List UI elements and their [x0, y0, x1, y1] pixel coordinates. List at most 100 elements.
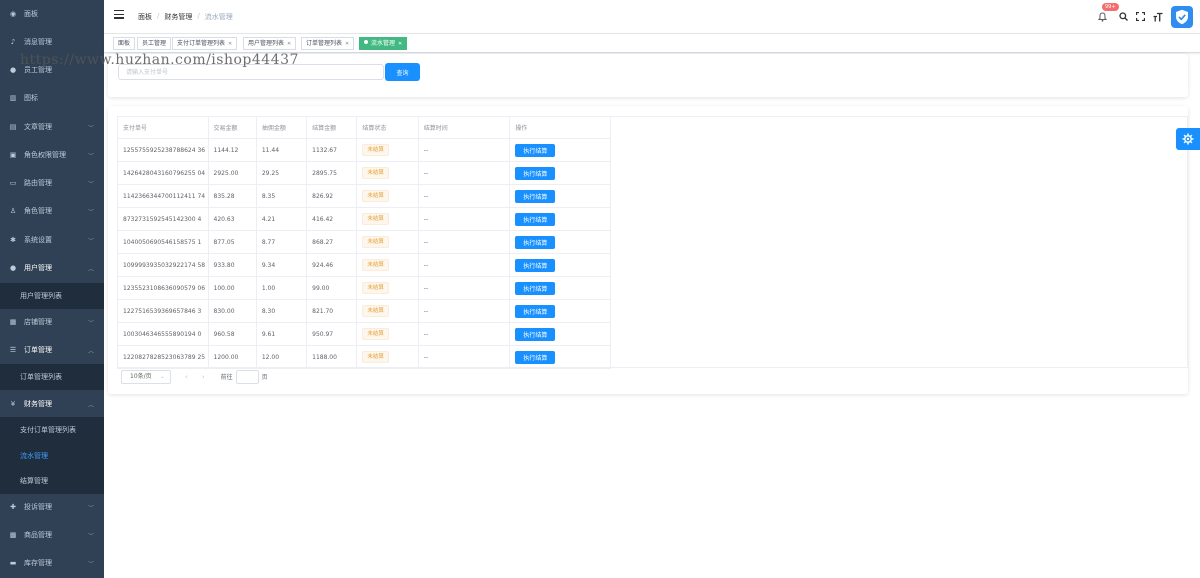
prev-page-icon[interactable]: ‹ — [185, 373, 188, 381]
tag-order-list[interactable]: 订单管理列表 ✕ — [301, 37, 355, 50]
tag-flow-active[interactable]: 流水管理 ✕ — [359, 37, 408, 50]
close-icon[interactable]: ✕ — [345, 41, 349, 47]
table-cell: 1188.00 — [306, 345, 358, 369]
sidebar-item[interactable]: ◉ 面板 — [0, 0, 104, 28]
table-row: 1142366344700112411 74 835.28 8.35 826.92 未结… — [117, 184, 611, 208]
execute-settlement-button[interactable]: 执行结算 — [515, 281, 556, 295]
table-cell: 1099993935032922174 58 — [117, 253, 209, 277]
sidebar-item-label: 商品管理 — [24, 531, 52, 539]
sidebar-item[interactable]: ▣ 角色权限管理 ﹀ — [0, 141, 104, 169]
sidebar-item-label: 投诉管理 — [24, 503, 52, 511]
execute-settlement-button[interactable]: 执行结算 — [515, 212, 556, 226]
status-badge: 未结算 — [362, 213, 389, 225]
sidebar-item[interactable]: ▩ 商品管理 ﹀ — [0, 521, 104, 549]
fullscreen-icon[interactable] — [1135, 11, 1146, 24]
sidebar-subitem[interactable]: 用户管理列表 — [0, 283, 104, 309]
query-button[interactable]: 查询 — [385, 63, 420, 81]
status-badge: 未结算 — [362, 167, 389, 179]
close-icon[interactable]: ✕ — [398, 41, 402, 47]
status-cell: 未结算 — [356, 299, 419, 323]
list-icon: ☰ — [9, 346, 17, 354]
sidebar-item-label: 用户管理 — [24, 264, 52, 272]
page-size-select[interactable]: 10条/页 ⌄ — [121, 369, 171, 384]
table-cell: 9.34 — [256, 253, 308, 277]
pagination: 10条/页 ⌄ ‹ › 前往 页 — [121, 369, 268, 384]
status-badge: 未结算 — [362, 351, 389, 363]
sidebar-subitem[interactable]: 订单管理列表 — [0, 364, 104, 390]
close-icon[interactable]: ✕ — [287, 41, 291, 47]
sidebar-item[interactable]: ☰ 订单管理 ︿ — [0, 336, 104, 364]
tag-user-list[interactable]: 用户管理列表 ✕ — [243, 37, 297, 50]
tag-pay-orders[interactable]: 支付订单管理列表 ✕ — [172, 37, 238, 50]
next-page-icon[interactable]: › — [202, 373, 205, 381]
execute-settlement-button[interactable]: 执行结算 — [515, 235, 556, 249]
column-header: 支付单号 — [117, 116, 209, 139]
chevron-down-icon: ﹀ — [87, 181, 94, 188]
execute-settlement-button[interactable]: 执行结算 — [515, 166, 556, 180]
folder-icon: ▭ — [9, 179, 17, 187]
avatar[interactable] — [1171, 6, 1193, 28]
sidebar-item-label: 结算管理 — [20, 477, 48, 485]
action-cell: 执行结算 — [509, 322, 611, 346]
sidebar-item[interactable]: ▤ 文章管理 ﹀ — [0, 113, 104, 141]
execute-settlement-button[interactable]: 执行结算 — [515, 189, 556, 203]
sidebar-item[interactable]: ▥ 图标 — [0, 84, 104, 112]
settle-time-cell: -- — [418, 345, 511, 369]
status-badge: 未结算 — [362, 282, 389, 294]
goto-page-input[interactable] — [235, 369, 259, 384]
action-cell: 执行结算 — [509, 161, 611, 185]
table-cell: 8.77 — [256, 230, 308, 254]
sidebar-item[interactable]: ● 用户管理 ︿ — [0, 254, 104, 282]
sidebar-subitem[interactable]: 支付订单管理列表 — [0, 417, 104, 443]
sidebar-item[interactable]: ✚ 投诉管理 ﹀ — [0, 493, 104, 521]
sidebar-item[interactable]: ▦ 店铺管理 ﹀ — [0, 308, 104, 336]
sidebar-item-label: 店铺管理 — [24, 318, 52, 326]
sidebar-item[interactable]: ✱ 系统设置 ﹀ — [0, 226, 104, 254]
column-header: 抽佣金额 — [256, 116, 308, 139]
table-cell: 821.70 — [306, 299, 358, 323]
table-row: 8732731592545142300 4 420.63 4.21 416.42 未结算… — [117, 207, 611, 231]
sidebar: ◉ 面板 ♪ 消息管理 ● 员工管理 ▥ 图标 ▤ 文章管理 ﹀ ▣ 角色权限管理 ﹀ ▭ 路由管理 ﹀ ♙ 角色管… — [0, 0, 104, 578]
table-cell: 826.92 — [306, 184, 358, 208]
action-cell: 执行结算 — [509, 138, 611, 162]
goto-label: 前往 — [220, 374, 233, 381]
table-cell: 924.46 — [306, 253, 358, 277]
person-icon: ♙ — [9, 207, 17, 215]
sidebar-item-label: 财务管理 — [24, 400, 52, 408]
document-icon: ▤ — [9, 123, 17, 131]
execute-settlement-button[interactable]: 执行结算 — [515, 143, 556, 157]
execute-settlement-button[interactable]: 执行结算 — [515, 304, 556, 318]
execute-settlement-button[interactable]: 执行结算 — [515, 350, 556, 364]
breadcrumb-home[interactable]: 面板 — [138, 12, 152, 22]
flow-table: 支付单号 交易金额 抽佣金额 结算金额 结算状态 结算时间 操作 1255755… — [117, 116, 611, 369]
tag-staff[interactable]: 员工管理 — [137, 37, 172, 50]
status-badge: 未结算 — [362, 328, 389, 340]
sidebar-item[interactable]: ¥ 财务管理 ︿ — [0, 390, 104, 418]
hamburger-icon[interactable] — [114, 10, 124, 19]
sidebar-item-label: 角色权限管理 — [24, 151, 66, 159]
tag-dashboard[interactable]: 面板 — [113, 37, 136, 50]
bell-icon[interactable] — [1097, 12, 1108, 25]
sidebar-subitem[interactable]: 流水管理 — [0, 443, 104, 469]
font-size-icon[interactable] — [1153, 12, 1163, 25]
execute-settlement-button[interactable]: 执行结算 — [515, 258, 556, 272]
settings-gear-button[interactable] — [1176, 128, 1200, 150]
search-icon[interactable] — [1119, 12, 1128, 24]
table-cell: 933.80 — [208, 253, 257, 277]
table-cell: 1040050690546158575 1 — [117, 230, 209, 254]
sidebar-item[interactable]: ♙ 角色管理 ﹀ — [0, 197, 104, 225]
table-cell: 9.61 — [256, 322, 308, 346]
breadcrumb-finance[interactable]: 财务管理 — [164, 12, 192, 22]
status-cell: 未结算 — [356, 230, 419, 254]
sidebar-item[interactable]: ▭ 路由管理 ﹀ — [0, 169, 104, 197]
page-unit-label: 页 — [261, 374, 268, 381]
table-cell: 1132.67 — [306, 138, 358, 162]
chevron-down-icon: ﹀ — [87, 238, 94, 245]
sidebar-item[interactable]: ▬ 库存管理 ﹀ — [0, 549, 104, 577]
goods-icon: ▩ — [9, 531, 17, 539]
status-cell: 未结算 — [356, 184, 419, 208]
sidebar-subitem[interactable]: 结算管理 — [0, 468, 104, 494]
action-cell: 执行结算 — [509, 230, 611, 254]
execute-settlement-button[interactable]: 执行结算 — [515, 327, 556, 341]
close-icon[interactable]: ✕ — [228, 41, 232, 47]
